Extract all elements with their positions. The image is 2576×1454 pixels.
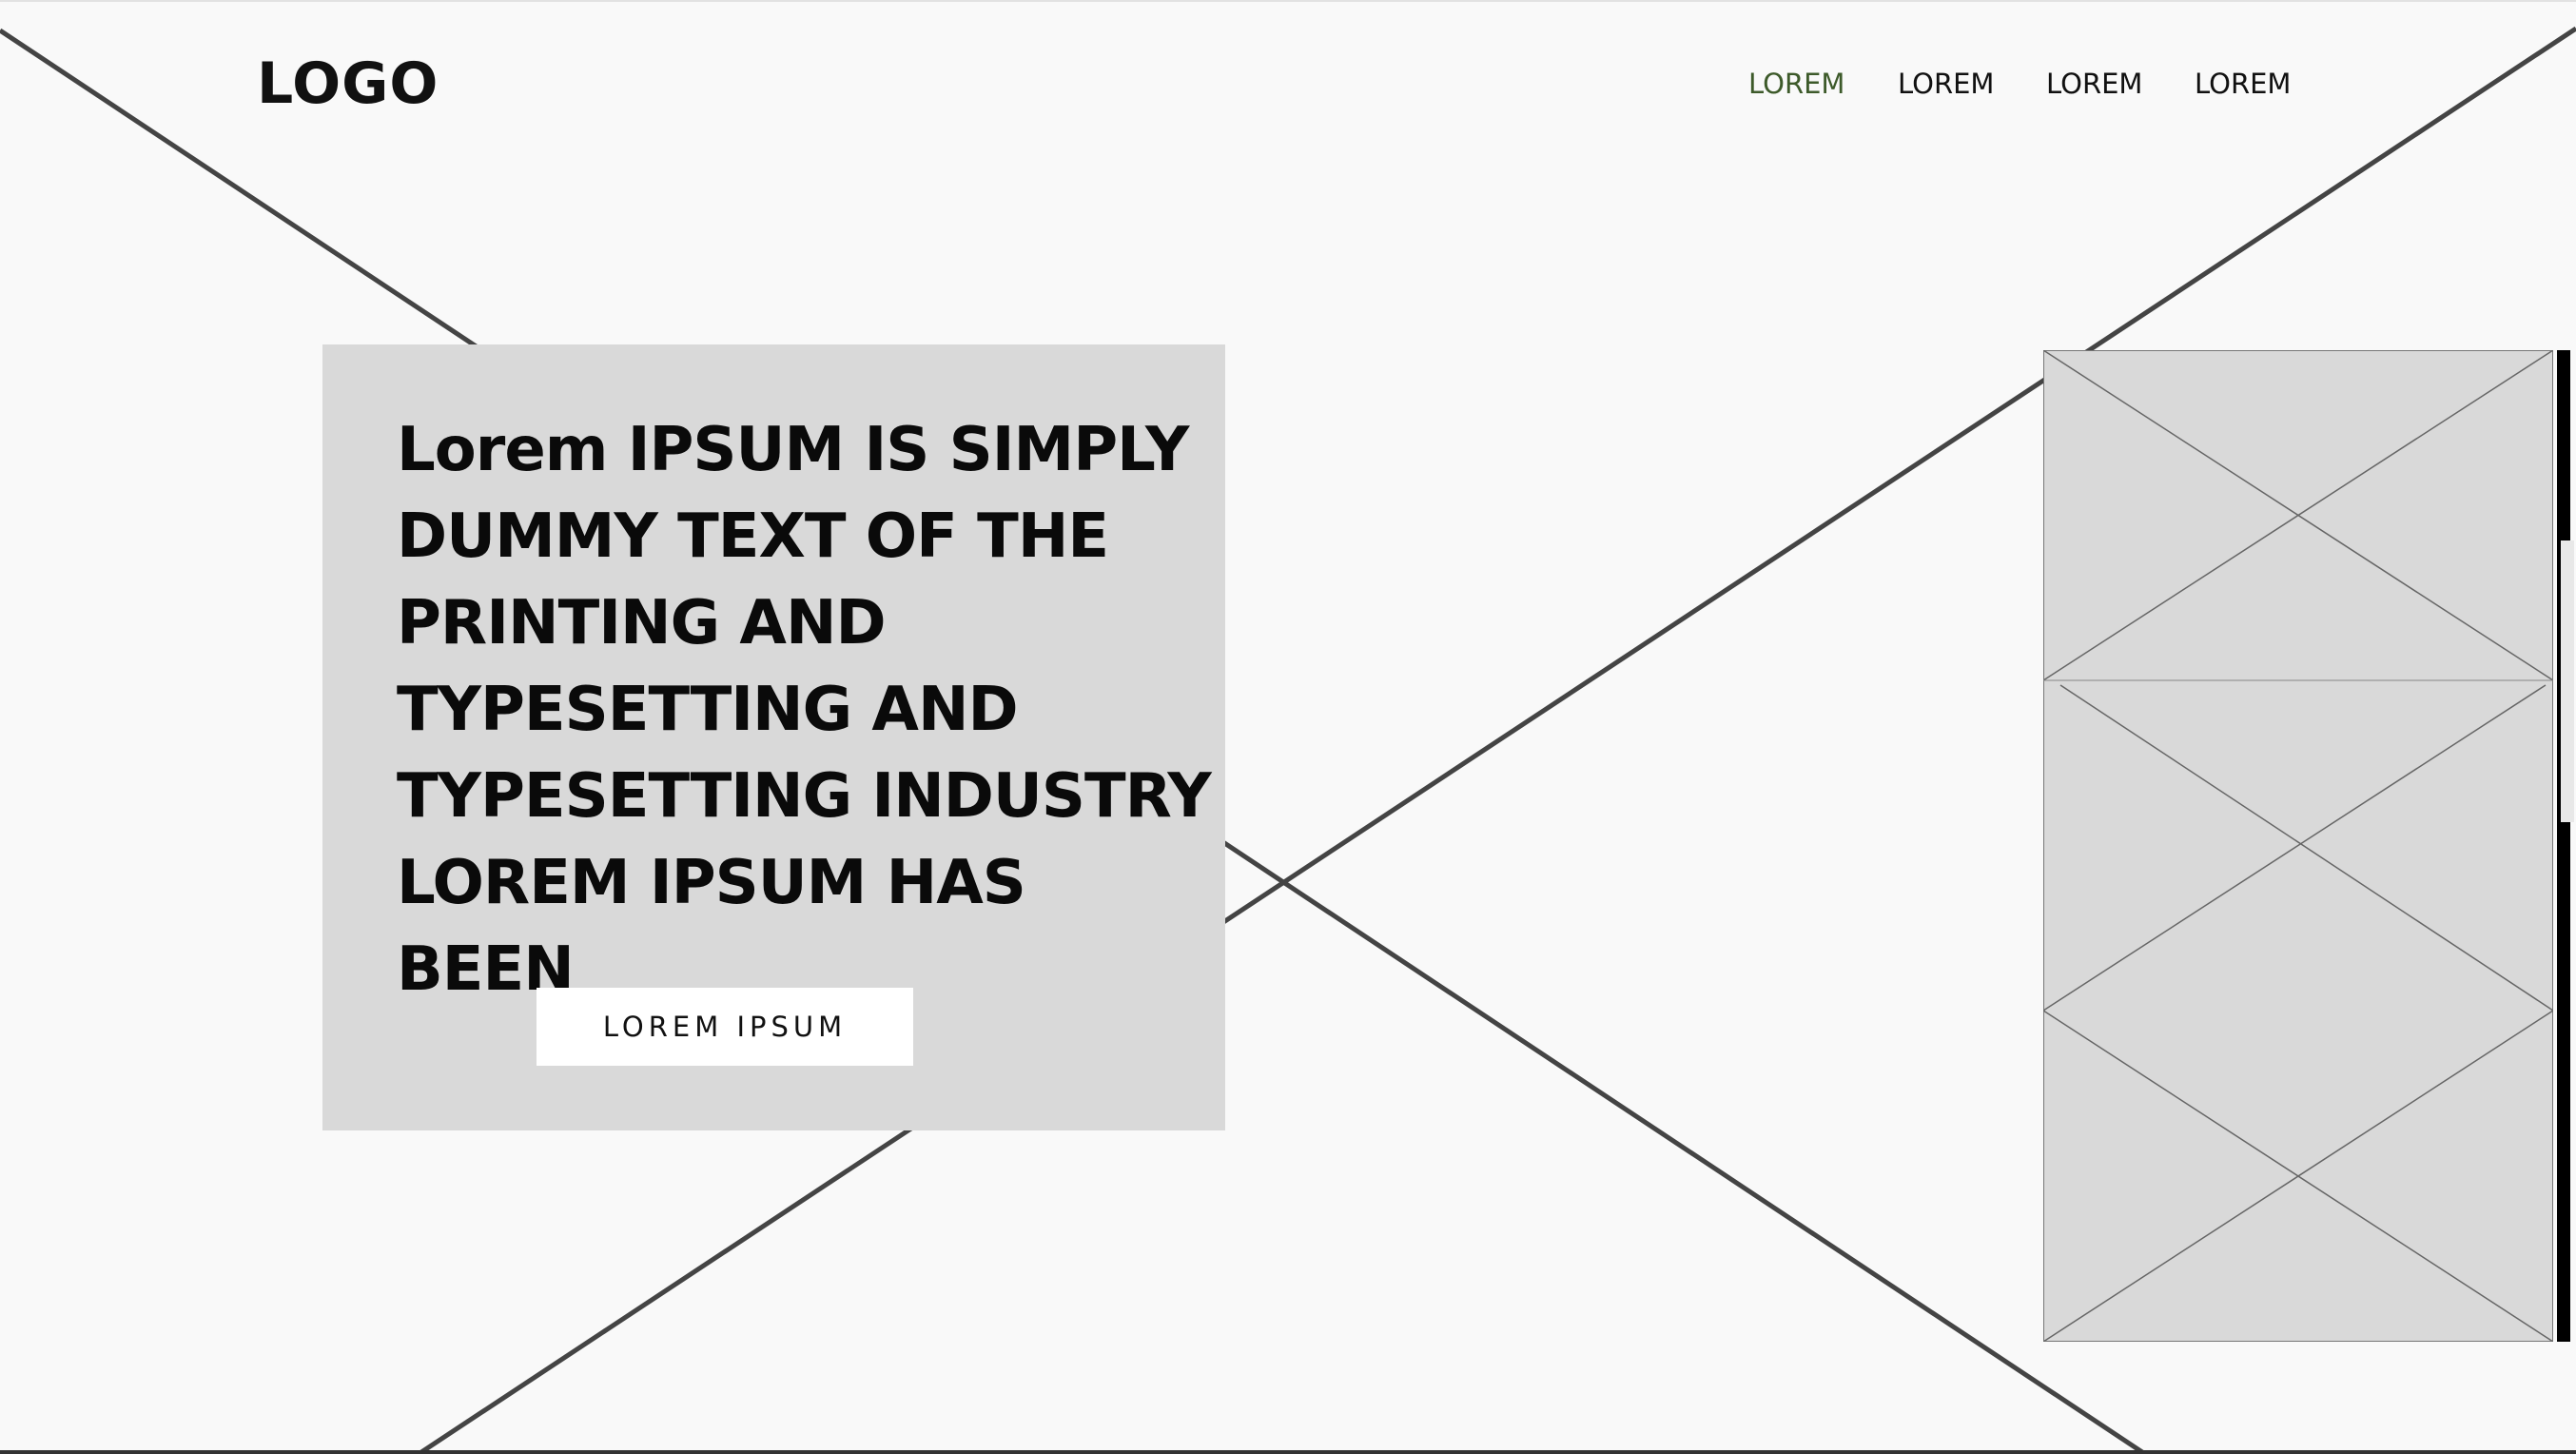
nav-item-2[interactable]: LOREM [1898,63,2046,105]
main-nav: LOREM LOREM LOREM LOREM [1748,63,2299,105]
side-image-placeholder-icon [2043,350,2553,1342]
hero-card: Lorem IPSUM IS SIMPLY DUMMY TEXT OF THE … [322,344,1225,1130]
hero-title-line: LOREM IPSUM HAS BEEN [397,848,1026,1005]
scrollbar[interactable] [2557,350,2576,1342]
nav-item-3[interactable]: LOREM [2046,63,2195,105]
hero-title-line: TYPESETTING AND [397,675,1019,745]
hero-title-line: DUMMY TEXT OF THE [397,501,1109,572]
hero-title-line: PRINTING AND [397,588,887,658]
nav-item-1[interactable]: LOREM [1748,63,1898,105]
hero-title-line: Lorem IPSUM IS SIMPLY [397,415,1189,485]
hero-title-line: TYPESETTING INDUSTRY [397,761,1212,832]
page: LOGO LOREM LOREM LOREM LOREM Lorem IPSUM… [0,0,2576,1454]
logo[interactable]: LOGO [257,46,439,122]
scrollbar-thumb[interactable] [2561,540,2574,822]
bottom-border [0,1450,2576,1454]
hero-title: Lorem IPSUM IS SIMPLY DUMMY TEXT OF THE … [397,407,1215,1013]
cta-button[interactable]: LOREM IPSUM [537,988,913,1066]
scrollbar-track[interactable] [2557,350,2570,1342]
nav-item-4[interactable]: LOREM [2195,63,2299,105]
